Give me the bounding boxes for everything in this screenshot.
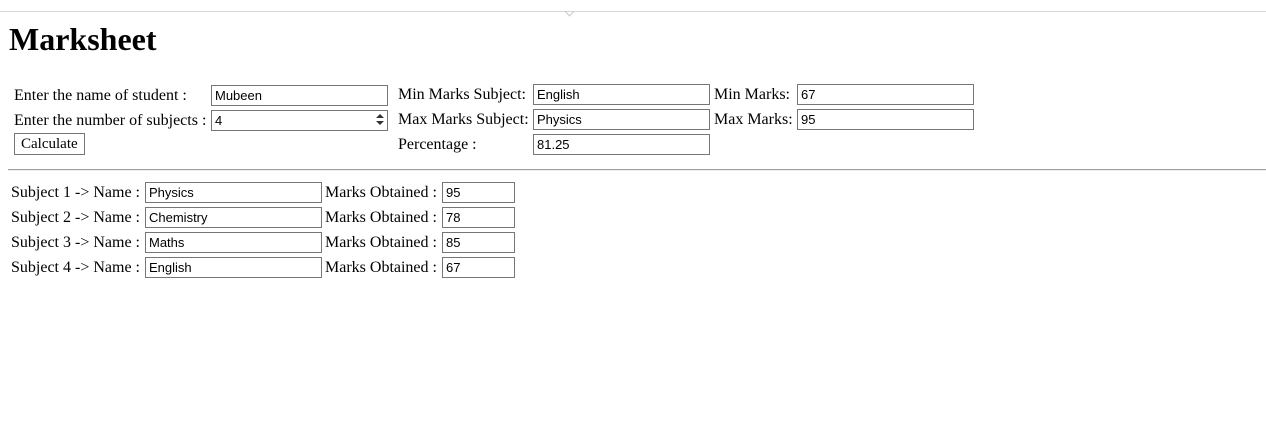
subject-name-input[interactable] [145,207,322,228]
marks-obtained-label: Marks Obtained : [325,234,437,251]
page-title: Marksheet [9,21,157,57]
min-marks-subject-field[interactable] [533,84,710,105]
chevron-down-icon [564,6,575,17]
subject-name-label: Subject 1 -> Name : [11,184,140,201]
subject-name-input[interactable] [145,257,322,278]
percentage-field[interactable] [533,134,710,155]
top-border-line [0,6,1266,17]
max-marks-subject-label: Max Marks Subject: [398,111,529,128]
divider [8,169,1266,171]
max-marks-field[interactable] [797,109,974,130]
min-marks-label: Min Marks: [714,86,790,103]
percentage-label: Percentage : [398,136,477,153]
marks-obtained-label: Marks Obtained : [325,209,437,226]
subject-name-input[interactable] [145,182,322,203]
subject-name-label: Subject 4 -> Name : [11,259,140,276]
num-subjects-label: Enter the number of subjects : [14,112,207,129]
marks-obtained-label: Marks Obtained : [325,184,437,201]
student-name-label: Enter the name of student : [14,87,187,104]
min-marks-subject-label: Min Marks Subject: [398,86,526,103]
marks-obtained-input[interactable] [442,232,515,253]
min-marks-field[interactable] [797,84,974,105]
subject-name-input[interactable] [145,232,322,253]
student-name-input[interactable] [211,85,388,106]
marks-obtained-label: Marks Obtained : [325,259,437,276]
marks-obtained-input[interactable] [442,182,515,203]
num-subjects-stepper[interactable] [211,110,388,131]
calculate-button[interactable]: Calculate [14,133,85,155]
num-subjects-input[interactable] [211,110,388,131]
subject-name-label: Subject 2 -> Name : [11,209,140,226]
max-marks-subject-field[interactable] [533,109,710,130]
marks-obtained-input[interactable] [442,207,515,228]
subject-name-label: Subject 3 -> Name : [11,234,140,251]
max-marks-label: Max Marks: [714,111,793,128]
marks-obtained-input[interactable] [442,257,515,278]
